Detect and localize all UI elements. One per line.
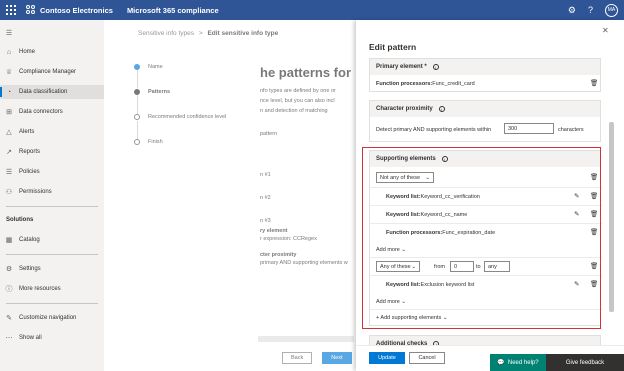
solutions-heading: Solutions bbox=[6, 217, 34, 223]
trophy-icon: ♕ bbox=[5, 69, 13, 76]
proximity-input[interactable]: 300 bbox=[504, 123, 554, 134]
nav-label: Customize navigation bbox=[19, 315, 77, 321]
proximity-unit: characters bbox=[558, 127, 584, 133]
cancel-button[interactable]: Cancel bbox=[409, 352, 445, 364]
hamburger-icon: ☰ bbox=[5, 30, 13, 37]
nav-policies[interactable]: ☰ Policies bbox=[0, 165, 104, 179]
help-widget: 💬 Need help? Give feedback bbox=[490, 354, 624, 371]
need-help-label: Need help? bbox=[507, 359, 539, 366]
nav-home[interactable]: ⌂ Home bbox=[0, 45, 104, 59]
gear-icon: ⚙ bbox=[5, 266, 13, 273]
give-feedback-button[interactable]: Give feedback bbox=[546, 354, 624, 371]
nav-label: Policies bbox=[19, 169, 40, 175]
nav-divider bbox=[6, 206, 98, 207]
nav-label: Home bbox=[19, 49, 36, 55]
character-proximity-card: Character proximity i Detect primary AND … bbox=[369, 100, 601, 142]
primary-element-card: Primary element * i Function processors:F… bbox=[369, 58, 601, 92]
nav-catalog[interactable]: ▦ Catalog bbox=[0, 233, 104, 247]
policy-icon: ☰ bbox=[5, 169, 13, 176]
alert-icon: △ bbox=[6, 129, 12, 136]
contoso-logo-icon bbox=[26, 5, 36, 15]
brand-name: Contoso Electronics bbox=[40, 5, 113, 15]
nav-alerts[interactable]: △ Alerts bbox=[0, 125, 104, 139]
trash-icon[interactable]: 🗑 bbox=[590, 79, 598, 87]
app-name[interactable]: Microsoft 365 compliance bbox=[127, 6, 219, 15]
nav-permissions[interactable]: ⚇ Permissions bbox=[0, 185, 104, 199]
edit-icon: ✎ bbox=[6, 315, 12, 322]
proximity-text: Detect primary AND supporting elements w… bbox=[376, 127, 492, 133]
permission-icon: ⚇ bbox=[5, 189, 13, 196]
primary-element-row: Function processors:Func_credit_card bbox=[376, 81, 475, 87]
need-help-button[interactable]: 💬 Need help? bbox=[490, 354, 546, 371]
nav-reports[interactable]: ↗ Reports bbox=[0, 145, 104, 159]
ellipsis-icon: ⋯ bbox=[5, 335, 13, 342]
nav-label: Compliance Manager bbox=[19, 69, 77, 75]
nav-divider bbox=[6, 254, 98, 255]
top-bar: Contoso Electronics Microsoft 365 compli… bbox=[0, 0, 624, 20]
nav-label: Data connectors bbox=[19, 109, 63, 115]
nav-more-resources[interactable]: ⓘ More resources bbox=[0, 282, 104, 296]
info-icon: ⓘ bbox=[5, 286, 13, 293]
nav-divider bbox=[6, 303, 98, 304]
waffle-icon[interactable] bbox=[6, 5, 16, 15]
nav-label: Reports bbox=[19, 149, 41, 155]
nav-label: Alerts bbox=[19, 129, 35, 135]
nav-show-all[interactable]: ⋯ Show all bbox=[0, 331, 104, 345]
nav-label: Data classification bbox=[19, 89, 68, 95]
nav-settings[interactable]: ⚙ Settings bbox=[0, 262, 104, 276]
nav-data-connectors[interactable]: ⊞ Data connectors bbox=[0, 105, 104, 119]
panel-title: Edit pattern bbox=[369, 42, 417, 52]
connector-icon: ⊞ bbox=[6, 109, 12, 116]
nav-label: Permissions bbox=[19, 189, 52, 195]
nav-label: More resources bbox=[19, 286, 61, 292]
home-icon: ⌂ bbox=[6, 48, 12, 56]
info-icon[interactable]: i bbox=[438, 106, 445, 112]
gear-icon[interactable]: ⚙ bbox=[568, 5, 576, 15]
close-icon[interactable]: ✕ bbox=[602, 26, 609, 35]
chat-icon: 💬 bbox=[497, 360, 505, 366]
help-icon[interactable]: ? bbox=[588, 5, 593, 15]
hamburger-menu[interactable]: ☰ bbox=[0, 26, 104, 40]
nav-label: Show all bbox=[19, 335, 42, 341]
catalog-icon: ▦ bbox=[5, 237, 13, 244]
classification-icon: ◔ bbox=[6, 88, 12, 96]
proximity-heading: Character proximity bbox=[376, 106, 433, 112]
panel-scrollbar[interactable] bbox=[609, 122, 614, 312]
element-value: Func_credit_card bbox=[432, 81, 475, 87]
nav-data-classification[interactable]: ◔ Data classification bbox=[0, 85, 104, 99]
report-icon: ↗ bbox=[6, 149, 12, 156]
info-icon[interactable]: i bbox=[432, 64, 439, 70]
avatar[interactable]: MA bbox=[605, 3, 618, 17]
highlight-box bbox=[362, 147, 601, 329]
panel-overlay[interactable] bbox=[104, 20, 356, 371]
nav-label: Settings bbox=[19, 266, 41, 272]
primary-element-heading: Primary element * bbox=[376, 64, 427, 70]
update-button[interactable]: Update bbox=[369, 352, 405, 364]
left-nav: ☰ ⌂ Home ♕ Compliance Manager ◔ Data classi… bbox=[0, 20, 104, 371]
nav-label: Catalog bbox=[19, 237, 40, 243]
element-type: Function processors: bbox=[376, 81, 433, 87]
nav-compliance-manager[interactable]: ♕ Compliance Manager bbox=[0, 65, 104, 79]
nav-customize-navigation[interactable]: ✎ Customize navigation bbox=[0, 311, 104, 325]
